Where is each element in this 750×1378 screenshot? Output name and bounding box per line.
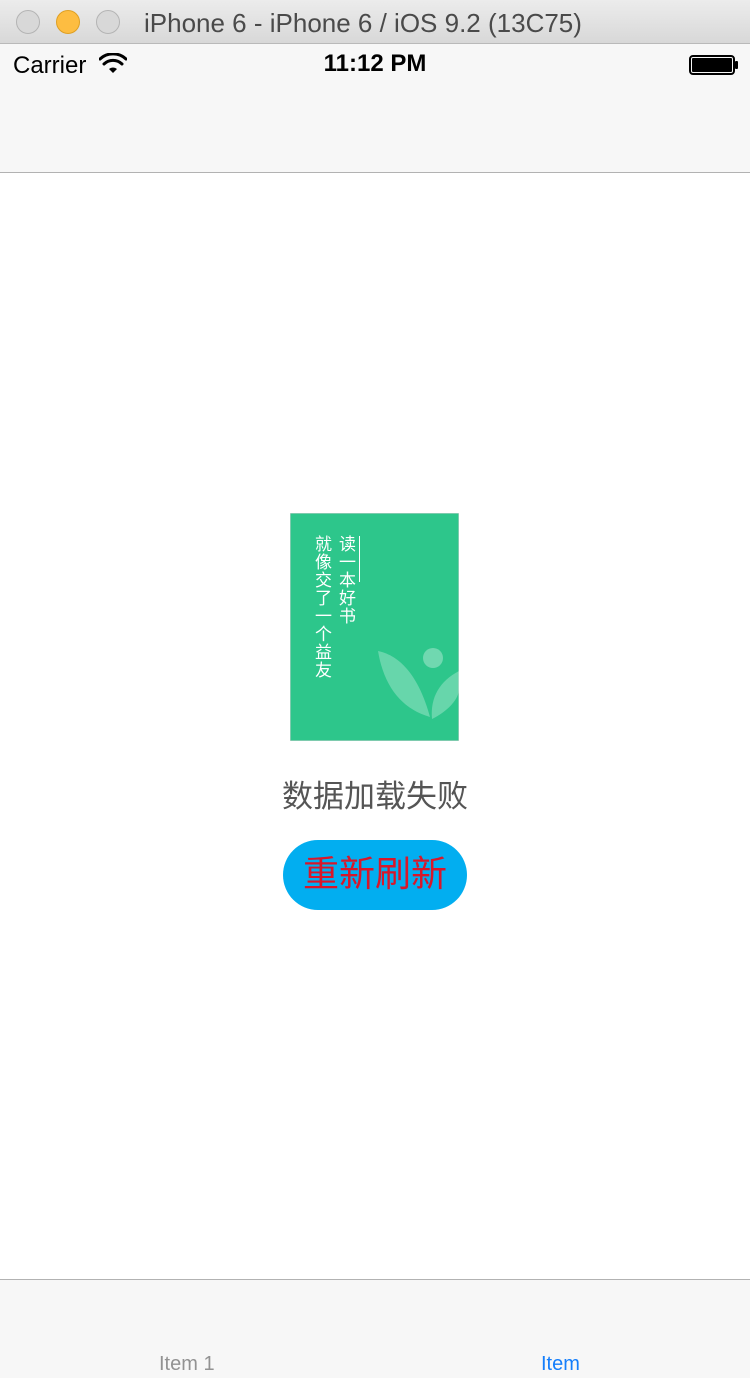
book-cover-divider <box>359 536 360 582</box>
close-window-button[interactable] <box>16 10 40 34</box>
minimize-window-button[interactable] <box>56 10 80 34</box>
status-time: 11:12 PM <box>323 50 427 77</box>
navigation-bar: Carrier 11:12 PM <box>0 44 750 173</box>
main-content: 读一本好书 就像交了一个益友 数据加载失败 重新刷新 <box>0 173 750 1279</box>
battery-icon <box>689 55 738 75</box>
refresh-button[interactable]: 重新刷新 <box>283 840 467 910</box>
load-error-message: 数据加载失败 <box>282 779 468 815</box>
book-cover-line2: 就像交了一个益友 <box>311 535 331 679</box>
tab-bar: Item 1 Item <box>0 1279 750 1378</box>
tab-item-2[interactable]: Item <box>541 1353 580 1376</box>
zoom-window-button[interactable] <box>96 10 120 34</box>
tab-item-1[interactable]: Item 1 <box>159 1353 215 1376</box>
book-cover-line1: 读一本好书 <box>335 535 355 625</box>
window-title: iPhone 6 - iPhone 6 / iOS 9.2 (13C75) <box>144 8 582 38</box>
simulator-title-bar: iPhone 6 - iPhone 6 / iOS 9.2 (13C75) <box>0 0 750 44</box>
